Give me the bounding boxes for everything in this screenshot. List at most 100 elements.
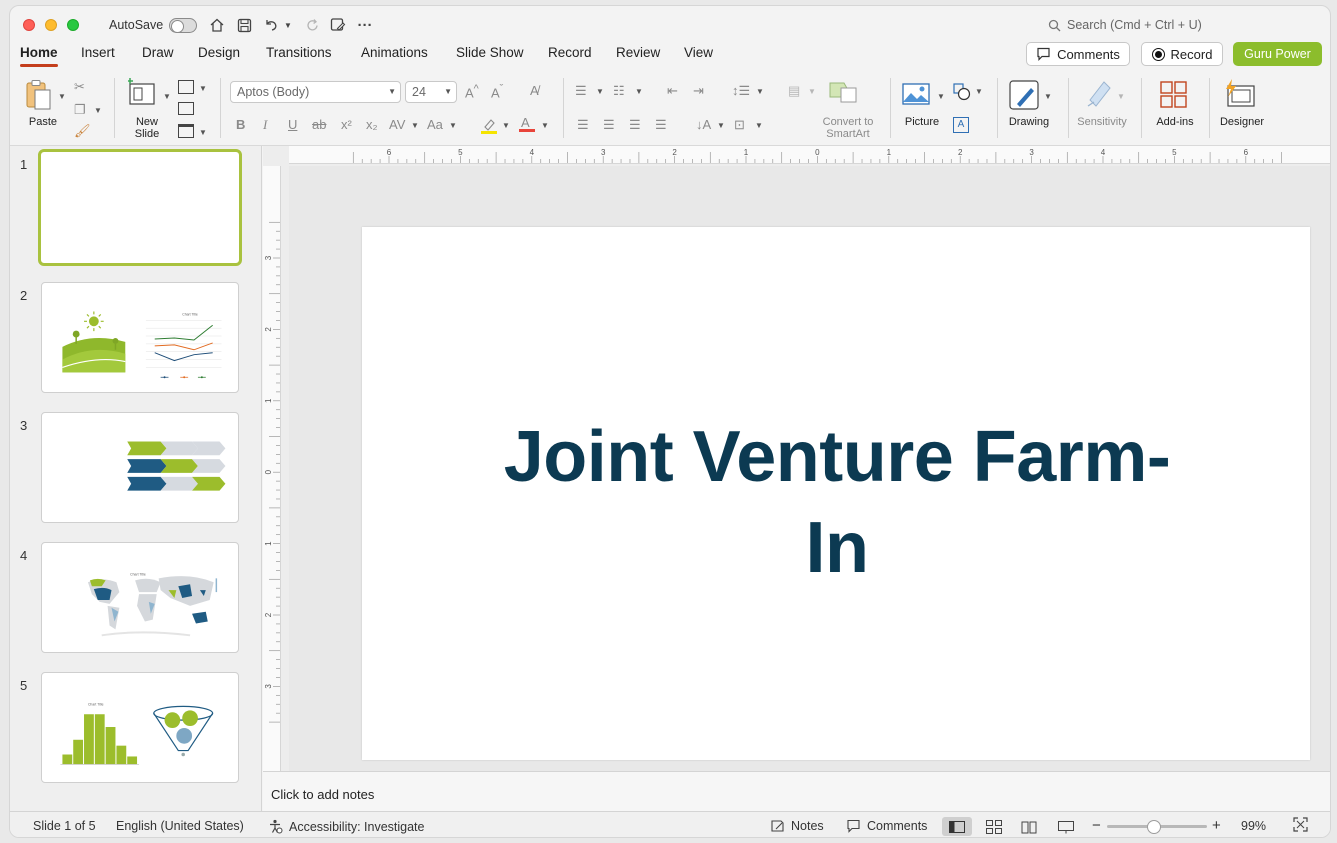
numbering-dropdown-icon[interactable]: ▼ [635,87,643,96]
layout-icon[interactable] [178,80,194,94]
zoom-window-button[interactable] [67,19,79,31]
normal-view-button[interactable] [942,817,972,836]
autosave-toggle[interactable] [169,18,197,33]
reading-view-button[interactable] [1014,817,1044,836]
section-icon[interactable] [178,124,194,138]
strikethrough-icon[interactable]: ab [312,117,326,132]
italic-icon[interactable]: I [263,117,267,133]
tab-design[interactable]: Design [198,44,240,68]
more-options-icon[interactable]: ··· [355,15,375,35]
change-case-dropdown-icon[interactable]: ▼ [449,121,457,130]
zoom-in-icon[interactable]: + [1212,817,1221,834]
minimize-window-button[interactable] [45,19,57,31]
bullets-dropdown-icon[interactable]: ▼ [596,87,604,96]
comments-button[interactable]: Comments [1026,42,1130,66]
text-direction-dropdown-icon[interactable]: ▼ [717,121,725,130]
save-icon[interactable] [234,15,254,35]
font-size-combo[interactable]: 24 ▼ [405,81,457,103]
fit-to-window-icon[interactable] [1293,817,1308,832]
font-color-dropdown-icon[interactable]: ▼ [541,121,549,130]
zoom-slider-handle[interactable] [1147,820,1161,834]
add-ins-icon[interactable] [1160,81,1188,109]
slide-title[interactable]: Joint Venture Farm- In [442,412,1232,594]
shapes-icon[interactable] [953,83,971,101]
undo-icon[interactable] [261,15,281,35]
shapes-dropdown-icon[interactable]: ▼ [975,87,983,96]
clear-formatting-icon[interactable]: A̸ [530,83,539,98]
comments-toggle-button[interactable]: Comments [846,819,927,833]
numbering-icon[interactable]: ☷ [613,83,625,99]
search-box[interactable]: Search (Cmd + Ctrl + U) [1048,18,1202,32]
tab-home[interactable]: Home [20,44,58,68]
tab-animations[interactable]: Animations [361,44,428,68]
zoom-out-icon[interactable]: − [1092,817,1101,834]
font-color-icon[interactable]: A [518,115,536,133]
save-as-icon[interactable] [328,15,348,35]
notes-pane[interactable]: Click to add notes [263,771,1330,811]
picture-icon[interactable] [902,82,930,106]
character-spacing-icon[interactable]: AV [389,117,405,132]
new-slide-dropdown-icon[interactable]: ▼ [163,92,171,101]
slide-thumbnail-3[interactable] [41,412,239,523]
slide-sorter-view-button[interactable] [979,817,1009,836]
tab-insert[interactable]: Insert [81,44,115,68]
picture-dropdown-icon[interactable]: ▼ [937,92,945,101]
current-slide[interactable]: Joint Venture Farm- In [362,227,1310,760]
slide-show-view-button[interactable] [1051,817,1081,836]
align-text-icon[interactable]: ⊡ [734,117,745,133]
bold-icon[interactable]: B [236,117,245,132]
highlight-color-icon[interactable] [480,117,498,134]
home-icon[interactable] [207,15,227,35]
align-left-icon[interactable]: ☰ [577,117,589,133]
designer-icon[interactable] [1224,79,1256,109]
bullets-icon[interactable]: ☰ [575,83,587,99]
tab-review[interactable]: Review [616,44,660,68]
paste-icon[interactable] [24,79,54,111]
decrease-font-size-icon[interactable]: Aˇ [491,83,503,100]
drawing-dropdown-icon[interactable]: ▼ [1044,92,1052,101]
record-button[interactable]: Record [1141,42,1223,66]
new-slide-icon[interactable] [127,78,158,108]
highlight-dropdown-icon[interactable]: ▼ [502,121,510,130]
tab-draw[interactable]: Draw [142,44,174,68]
align-right-icon[interactable]: ☰ [629,117,641,133]
text-direction-icon[interactable]: ↓A [696,117,711,132]
justify-icon[interactable]: ☰ [655,117,667,133]
tab-view[interactable]: View [684,44,713,68]
tab-transitions[interactable]: Transitions [266,44,332,68]
underline-icon[interactable]: U [288,117,297,132]
line-spacing-icon[interactable]: ↕☰ [732,83,750,99]
text-box-icon[interactable]: A [953,117,969,133]
align-center-icon[interactable]: ☰ [603,117,615,133]
tab-slide-show[interactable]: Slide Show [456,44,524,68]
align-text-dropdown-icon[interactable]: ▼ [755,121,763,130]
reset-slide-icon[interactable] [178,102,194,115]
zoom-level[interactable]: 99% [1241,819,1266,833]
character-spacing-dropdown-icon[interactable]: ▼ [411,121,419,130]
format-painter-icon[interactable]: 🖌 [74,123,91,139]
close-window-button[interactable] [23,19,35,31]
language-status[interactable]: English (United States) [116,819,244,833]
superscript-icon[interactable]: x² [341,117,352,132]
font-name-combo[interactable]: Aptos (Body) ▼ [230,81,401,103]
line-spacing-dropdown-icon[interactable]: ▼ [756,87,764,96]
paste-dropdown-icon[interactable]: ▼ [58,92,66,101]
horizontal-ruler[interactable]: 6 5 4 3 2 1 0 1 2 3 4 5 6 [289,146,1330,164]
increase-indent-icon[interactable]: ⇥ [693,83,704,99]
accessibility-status[interactable]: Accessibility: Investigate [268,819,424,834]
vertical-ruler[interactable]: 3 2 1 0 1 2 3 [263,166,281,771]
slide-thumbnail-1[interactable] [38,149,242,266]
drawing-icon[interactable] [1009,80,1041,112]
slide-thumbnail-4[interactable]: Chart Title [41,542,239,653]
slide-thumbnail-2[interactable]: Chart Title [41,282,239,393]
decrease-indent-icon[interactable]: ⇤ [667,83,678,99]
layout-dropdown-icon[interactable]: ▼ [199,84,207,93]
section-dropdown-icon[interactable]: ▼ [199,128,207,137]
guru-power-button[interactable]: Guru Power [1233,42,1322,66]
change-case-icon[interactable]: Aa [427,117,443,132]
undo-dropdown-icon[interactable]: ▼ [282,15,294,35]
slide-thumbnail-5[interactable]: Chart Title [41,672,239,783]
subscript-icon[interactable]: x₂ [366,117,378,132]
increase-font-size-icon[interactable]: A^ [465,83,479,100]
notes-toggle-button[interactable]: Notes [770,819,824,833]
